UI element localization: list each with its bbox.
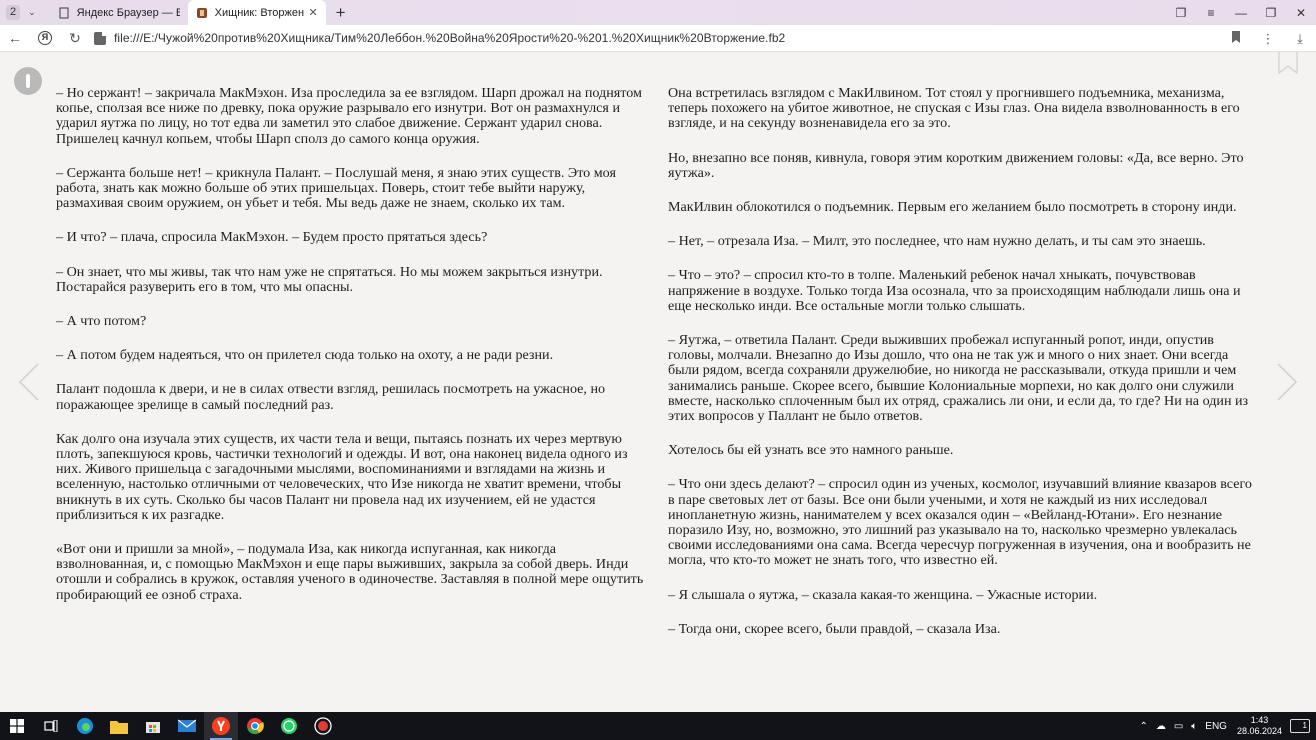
- address-bar: ← Я ↻ file:///E:/Чужой%20против%20Хищник…: [0, 25, 1316, 52]
- paragraph: – Сержанта больше нет! – крикнула Палант…: [56, 164, 616, 212]
- document-icon: [59, 6, 69, 19]
- text-column-right: Она встретилась взглядом с МакИлвином. Т…: [668, 85, 1262, 656]
- taskbar-edge[interactable]: [68, 712, 102, 740]
- taskbar-chrome[interactable]: [238, 712, 272, 740]
- yandex-icon[interactable]: Я: [30, 31, 60, 45]
- paragraph: Она встретилась взглядом с МакИлвином. Т…: [668, 85, 1240, 132]
- collections-icon[interactable]: ❐: [1166, 6, 1196, 20]
- edge-icon: [77, 718, 93, 734]
- back-icon[interactable]: ←: [0, 30, 30, 46]
- paragraph: – Но сержант! – закричала МакМэхон. Иза …: [56, 85, 642, 147]
- url-field[interactable]: file:///E:/Чужой%20против%20Хищника/Тим%…: [114, 31, 785, 45]
- chevron-down-icon: ⌄: [28, 7, 36, 17]
- paragraph: – А потом будем надеяться, что он прилет…: [56, 347, 554, 364]
- start-button[interactable]: [0, 712, 34, 740]
- paragraph: – Он знает, что мы живы, так что нам уже…: [56, 263, 603, 295]
- taskbar-whatsapp[interactable]: [272, 712, 306, 740]
- reader-view: – Но сержант! – закричала МакМэхон. Иза …: [0, 52, 1316, 712]
- taskbar-store[interactable]: [136, 712, 170, 740]
- paragraph: – Что – это? – спросил кто-то в толпе. М…: [668, 267, 1241, 314]
- tab-title: Хищник: Вторжение - Т: [214, 6, 305, 19]
- paragraph: «Вот они и пришли за мной», – подумала И…: [56, 541, 644, 603]
- network-icon[interactable]: ▭: [1174, 721, 1183, 732]
- book-icon: [196, 7, 207, 18]
- paragraph: – А что потом?: [56, 313, 147, 330]
- reader-menu-button[interactable]: [14, 67, 42, 95]
- tab-count-button[interactable]: 2 ⌄: [6, 5, 36, 21]
- system-tray: ⌃ ☁ ▭ 🔈︎ ENG 1:43 28.06.2024 1: [1135, 712, 1316, 740]
- maximize-icon[interactable]: ❐: [1256, 6, 1286, 20]
- tab-yandex[interactable]: Яндекс Браузер — Выра: [50, 0, 188, 25]
- cloud-icon[interactable]: ☁: [1156, 721, 1166, 732]
- paragraph: – Я слышала о яутжа, – сказала какая-то …: [668, 586, 1098, 603]
- folder-icon: [110, 720, 128, 734]
- store-icon: [146, 722, 160, 733]
- taskbar-yandex-browser[interactable]: [204, 712, 238, 740]
- paragraph: – Тогда они, скорее всего, были правдой,…: [668, 620, 1001, 637]
- close-window-icon[interactable]: ✕: [1286, 6, 1316, 20]
- task-view-button[interactable]: [34, 712, 68, 740]
- bookmark-icon[interactable]: [1220, 31, 1252, 46]
- volume-icon[interactable]: 🔈︎: [1191, 721, 1197, 732]
- clock-time: 1:43: [1250, 715, 1269, 725]
- taskbar: ⌃ ☁ ▭ 🔈︎ ENG 1:43 28.06.2024 1: [0, 712, 1316, 740]
- paragraph: – И что? – плача, спросила МакМэхон. – Б…: [56, 229, 488, 246]
- chrome-icon: [247, 718, 264, 735]
- taskbar-explorer[interactable]: [102, 712, 136, 740]
- new-tab-button[interactable]: +: [336, 0, 346, 25]
- paragraph: Но, внезапно все поняв, кивнула, говоря …: [668, 149, 1244, 181]
- file-icon: [94, 31, 106, 45]
- record-icon: [314, 717, 332, 735]
- close-icon[interactable]: ✕: [308, 6, 317, 19]
- paragraph: МакИлвин облокотился о подъемник. Первым…: [668, 199, 1237, 216]
- minimize-icon[interactable]: —: [1226, 6, 1256, 20]
- tab-count-badge: 2: [6, 5, 21, 20]
- paragraph: Палант подошла к двери, и не в силах отв…: [56, 381, 606, 413]
- paragraph: Хотелось бы ей узнать все это намного ра…: [668, 442, 954, 459]
- mail-icon: [178, 719, 196, 732]
- menu-icon[interactable]: ≡: [1196, 6, 1226, 20]
- task-view-icon: [44, 720, 58, 732]
- address-bar-actions: ⋮ ⤓: [1220, 25, 1316, 52]
- windows-icon: [10, 719, 24, 733]
- whatsapp-icon: [281, 718, 297, 734]
- tab-strip: 2 ⌄ Яндекс Браузер — Выра Хищник: Вторже…: [0, 0, 1316, 25]
- paragraph: – Что они здесь делают? – спросил один и…: [668, 476, 1252, 569]
- reload-icon[interactable]: ↻: [60, 30, 90, 47]
- page-bookmark-icon[interactable]: [1278, 52, 1298, 74]
- notifications-icon[interactable]: 1: [1290, 719, 1310, 733]
- tab-book[interactable]: Хищник: Вторжение - Т ✕: [187, 0, 326, 25]
- window-controls: ❐ ≡ — ❐ ✕: [1166, 0, 1316, 25]
- paragraph: – Нет, – отрезала Иза. – Милт, это после…: [668, 233, 1206, 250]
- paragraph: Как долго она изучала этих существ, их ч…: [56, 430, 628, 523]
- chevron-up-icon[interactable]: ⌃: [1139, 721, 1147, 732]
- yandex-browser-icon: [212, 717, 230, 735]
- taskbar-mail[interactable]: [170, 712, 204, 740]
- previous-page-icon[interactable]: [18, 362, 40, 402]
- next-page-icon[interactable]: [1276, 362, 1298, 402]
- taskbar-recorder[interactable]: [306, 712, 340, 740]
- download-icon[interactable]: ⤓: [1284, 31, 1316, 47]
- language-indicator[interactable]: ENG: [1205, 721, 1227, 732]
- tab-title: Яндекс Браузер — Выра: [76, 6, 180, 19]
- clock-date: 28.06.2024: [1236, 726, 1282, 736]
- more-icon[interactable]: ⋮: [1252, 31, 1284, 47]
- notification-count: 1: [1302, 721, 1307, 730]
- text-column-left: – Но сержант! – закричала МакМэхон. Иза …: [56, 85, 650, 622]
- paragraph: – Яутжа, – ответила Палант. Среди выживш…: [668, 332, 1249, 425]
- clock[interactable]: 1:43 28.06.2024: [1237, 715, 1282, 737]
